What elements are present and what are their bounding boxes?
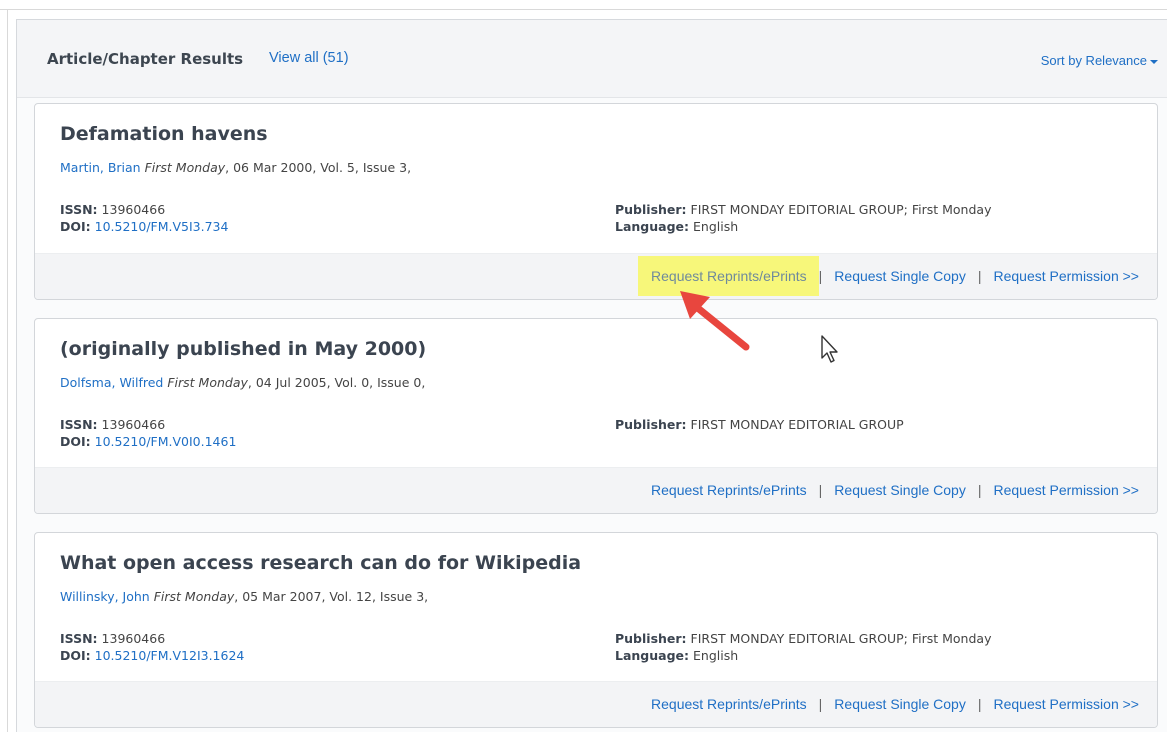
result-card: (originally published in May 2000) Dolfs… xyxy=(34,318,1158,514)
language-value: English xyxy=(693,219,739,234)
issn-value: 13960466 xyxy=(101,417,166,432)
action-separator: | xyxy=(818,268,823,284)
request-permission-link[interactable]: Request Permission >> xyxy=(993,482,1139,498)
view-all-link[interactable]: View all (51) xyxy=(269,50,349,66)
request-reprints-link[interactable]: Request Reprints/ePrints xyxy=(651,696,807,712)
request-permission-link[interactable]: Request Permission >> xyxy=(993,268,1139,284)
request-reprints-link[interactable]: Request Reprints/ePrints xyxy=(638,256,819,296)
card-actions-bar: Request Reprints/ePrints | Request Single … xyxy=(35,467,1157,513)
action-separator: | xyxy=(818,482,823,498)
article-publication-info: Publisher: FIRST MONDAY EDITORIAL GROUP;… xyxy=(615,630,991,664)
request-single-copy-link[interactable]: Request Single Copy xyxy=(834,696,966,712)
frame-top-border xyxy=(0,9,1167,10)
request-permission-link[interactable]: Request Permission >> xyxy=(993,696,1139,712)
article-title: Defamation havens xyxy=(60,123,268,145)
frame-left-border xyxy=(7,9,8,732)
article-identifiers: ISSN: 13960466 DOI: 10.5210/FM.V12I3.162… xyxy=(60,630,244,664)
doi-link[interactable]: 10.5210/FM.V5I3.734 xyxy=(95,219,229,234)
issn-value: 13960466 xyxy=(101,202,166,217)
card-actions: Request Reprints/ePrints | Request Single … xyxy=(638,256,1139,296)
card-actions: Request Reprints/ePrints | Request Single … xyxy=(651,482,1139,498)
sort-dropdown[interactable]: Sort by Relevance xyxy=(1041,53,1158,68)
article-title: What open access research can do for Wik… xyxy=(60,552,582,574)
publisher-label: Publisher: xyxy=(615,631,687,646)
article-publication-info: Publisher: FIRST MONDAY EDITORIAL GROUP xyxy=(615,416,904,433)
publisher-label: Publisher: xyxy=(615,202,687,217)
issn-label: ISSN: xyxy=(60,631,98,646)
article-publication-info: Publisher: FIRST MONDAY EDITORIAL GROUP;… xyxy=(615,201,991,235)
publisher-value: FIRST MONDAY EDITORIAL GROUP xyxy=(690,417,904,432)
issn-label: ISSN: xyxy=(60,202,98,217)
issn-value: 13960466 xyxy=(101,631,166,646)
doi-label: DOI: xyxy=(60,648,91,663)
card-actions: Request Reprints/ePrints | Request Single … xyxy=(651,696,1139,712)
publisher-label: Publisher: xyxy=(615,417,687,432)
article-byline: Martin, Brian First Monday, 06 Mar 2000,… xyxy=(60,160,411,175)
request-reprints-link[interactable]: Request Reprints/ePrints xyxy=(651,482,807,498)
author-link[interactable]: Dolfsma, Wilfred xyxy=(60,375,163,390)
language-label: Language: xyxy=(615,648,690,663)
doi-label: DOI: xyxy=(60,434,91,449)
doi-label: DOI: xyxy=(60,219,91,234)
page-frame: Article/Chapter Results View all (51) So… xyxy=(0,0,1167,732)
action-separator: | xyxy=(977,696,982,712)
article-identifiers: ISSN: 13960466 DOI: 10.5210/FM.V0I0.1461 xyxy=(60,416,236,450)
caret-down-icon xyxy=(1150,59,1158,64)
article-byline: Dolfsma, Wilfred First Monday, 04 Jul 20… xyxy=(60,375,425,390)
result-card: Defamation havens Martin, Brian First Mo… xyxy=(34,103,1158,300)
journal-name: First Monday xyxy=(167,375,248,390)
publisher-value: FIRST MONDAY EDITORIAL GROUP; First Mond… xyxy=(690,202,992,217)
language-value: English xyxy=(693,648,739,663)
action-separator: | xyxy=(977,482,982,498)
request-single-copy-link[interactable]: Request Single Copy xyxy=(834,268,966,284)
author-link[interactable]: Martin, Brian xyxy=(60,160,141,175)
action-separator: | xyxy=(977,268,982,284)
sort-label: Sort by Relevance xyxy=(1040,53,1147,68)
card-actions-bar: Request Reprints/ePrints | Request Single … xyxy=(35,681,1157,727)
publication-details: , 04 Jul 2005, Vol. 0, Issue 0, xyxy=(247,375,426,390)
article-identifiers: ISSN: 13960466 DOI: 10.5210/FM.V5I3.734 xyxy=(60,201,228,235)
publication-details: , 06 Mar 2000, Vol. 5, Issue 3, xyxy=(225,160,412,175)
request-single-copy-link[interactable]: Request Single Copy xyxy=(834,482,966,498)
article-byline: Willinsky, John First Monday, 05 Mar 200… xyxy=(60,589,428,604)
article-title: (originally published in May 2000) xyxy=(60,338,427,360)
author-link[interactable]: Willinsky, John xyxy=(60,589,150,604)
results-header: Article/Chapter Results View all (51) So… xyxy=(17,20,1167,98)
doi-link[interactable]: 10.5210/FM.V12I3.1624 xyxy=(95,648,245,663)
result-card: What open access research can do for Wik… xyxy=(34,532,1158,728)
action-separator: | xyxy=(818,696,823,712)
journal-name: First Monday xyxy=(153,589,235,604)
issn-label: ISSN: xyxy=(60,417,98,432)
publication-details: , 05 Mar 2007, Vol. 12, Issue 3, xyxy=(234,589,429,604)
journal-name: First Monday xyxy=(144,160,226,175)
card-actions-bar: Request Reprints/ePrints | Request Single … xyxy=(35,253,1157,299)
publisher-value: FIRST MONDAY EDITORIAL GROUP; First Mond… xyxy=(690,631,992,646)
results-title: Article/Chapter Results xyxy=(47,50,244,68)
language-label: Language: xyxy=(615,219,690,234)
doi-link[interactable]: 10.5210/FM.V0I0.1461 xyxy=(95,434,237,449)
